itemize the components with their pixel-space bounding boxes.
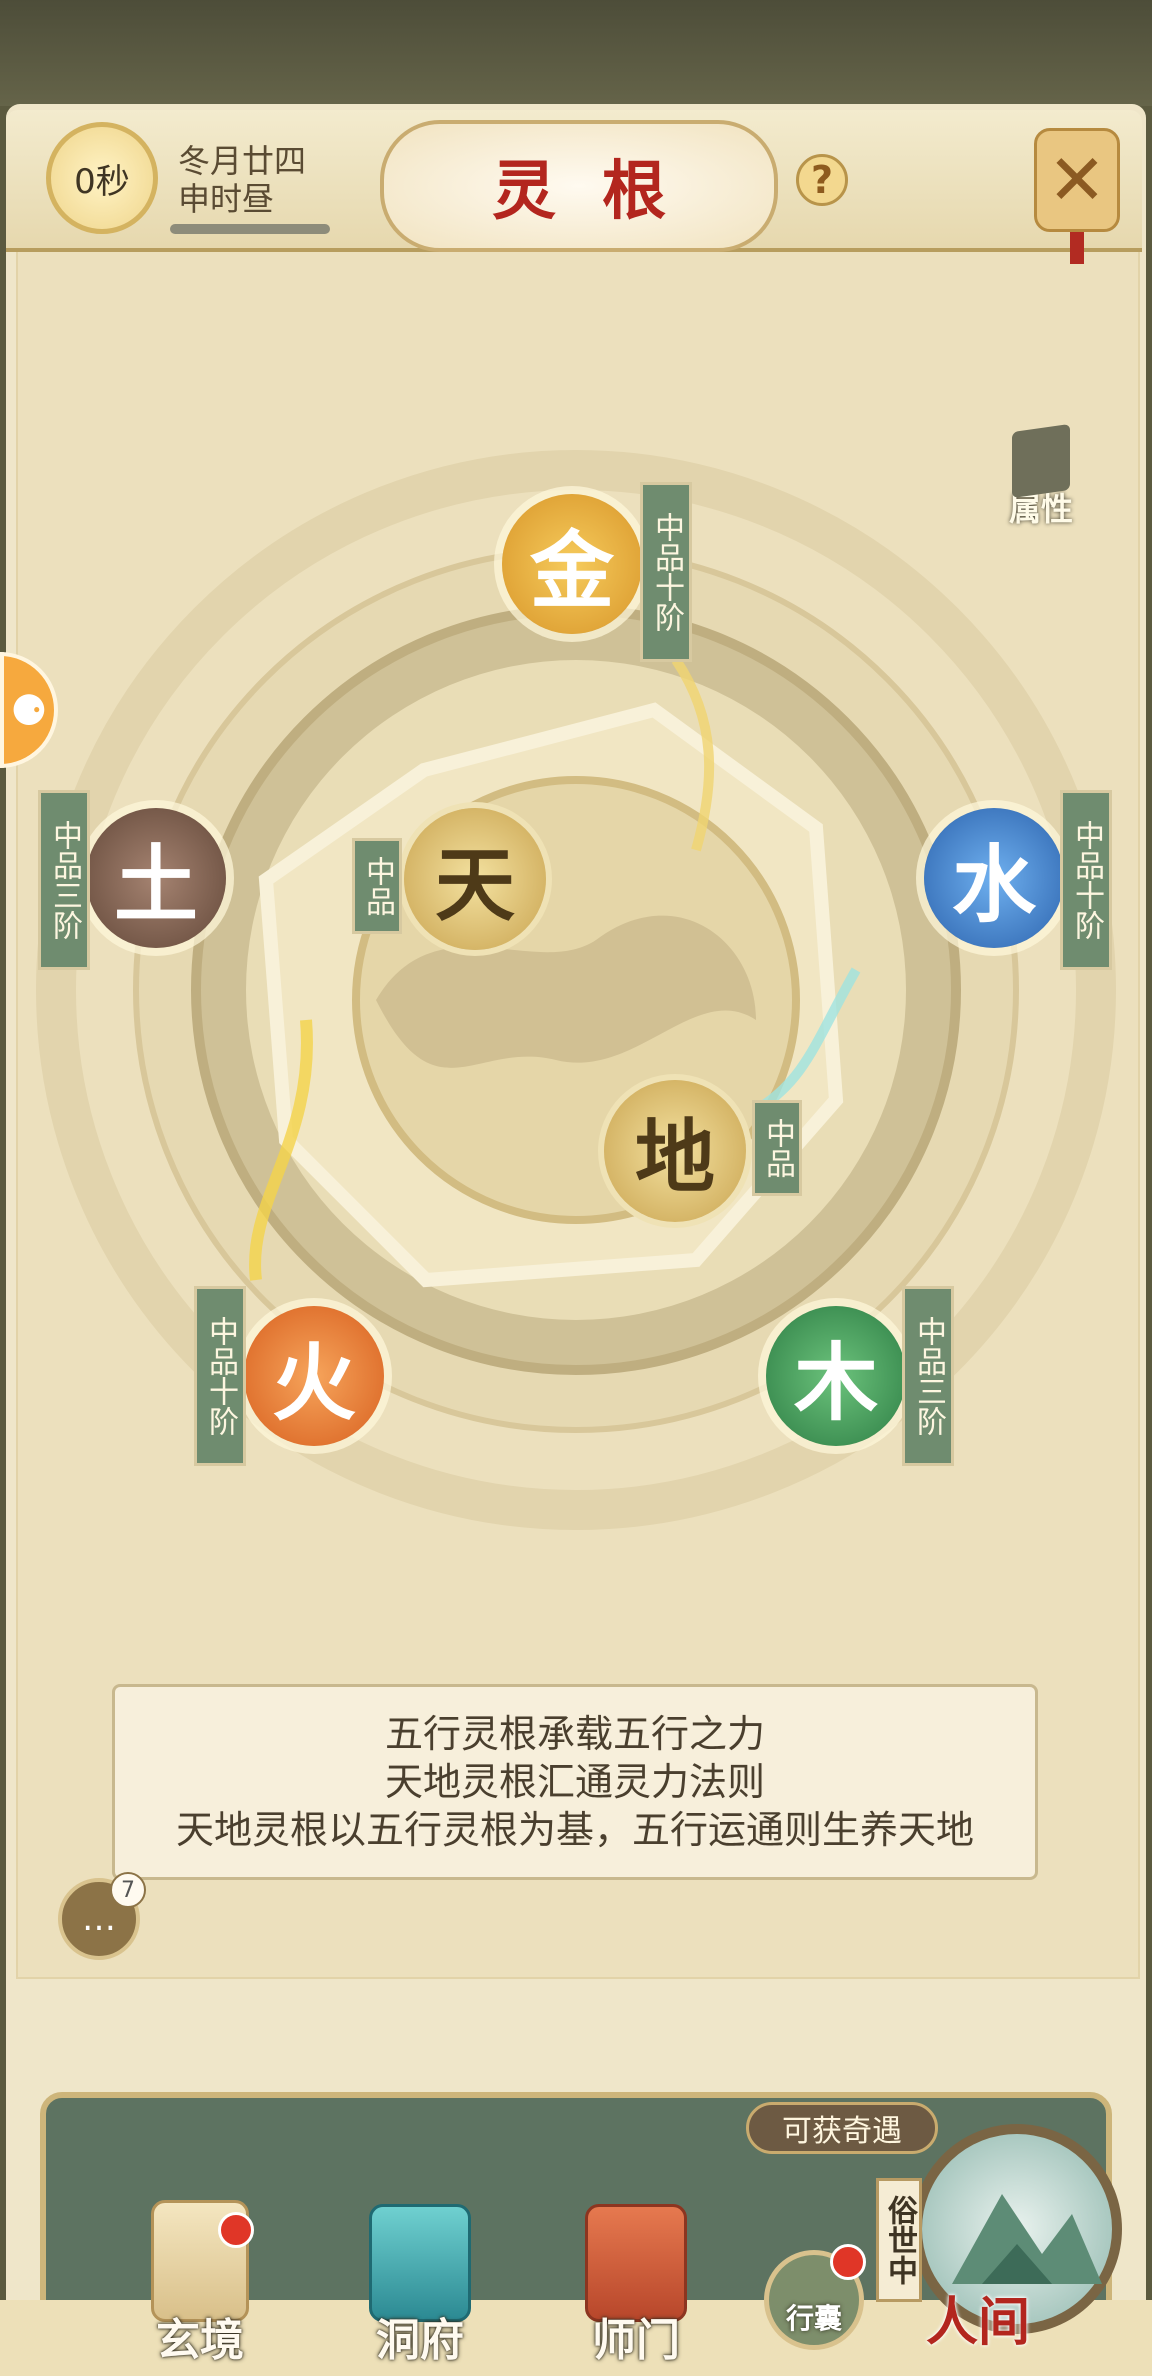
notification-dot [830,2244,866,2280]
tassel-decoration [1070,232,1084,264]
close-button[interactable]: ✕ [1034,128,1120,232]
time-progress-bar [170,224,330,234]
description-box: 五行灵根承载五行之力 天地灵根汇通灵力法则 天地灵根以五行灵根为基，五行运通则生… [112,1684,1038,1880]
element-wood-orb[interactable]: 木 [766,1306,906,1446]
help-icon[interactable]: ? [796,154,848,206]
description-line-2: 天地灵根汇通灵力法则 [384,1760,765,1804]
close-icon: ✕ [1047,139,1107,221]
description-line-1: 五行灵根承载五行之力 [384,1712,765,1756]
chat-badge: 7 [110,1872,146,1908]
element-heaven-glyph: 天 [435,838,515,932]
element-heaven-orb[interactable]: 天 [404,808,546,950]
title-plate: 灵根 [380,120,778,252]
element-earth-grade: 中品三阶 [38,790,90,970]
page-title: 灵根 [492,154,712,229]
element-ground-orb[interactable]: 地 [604,1080,746,1222]
world-status-tag: 俗世中 [876,2178,922,2302]
nav-shimen[interactable]: 师门 [566,2204,706,2368]
gamepad-icon: ⚈ [10,685,48,735]
nav-dongfu[interactable]: 洞府 [350,2204,490,2368]
top-band [0,0,1152,106]
element-gold-grade: 中品十阶 [640,482,692,662]
attribute-button[interactable]: 属性 [992,423,1090,538]
element-fire-orb[interactable]: 火 [244,1306,384,1446]
world-label[interactable]: 人间 [926,2280,1030,2355]
element-earth-orb[interactable]: 土 [86,808,226,948]
element-gold-orb[interactable]: 金 [502,494,642,634]
element-water-glyph: 水 [951,834,1036,934]
element-water-grade: 中品十阶 [1060,790,1112,970]
element-ground-grade: 中品 [752,1100,802,1196]
description-line-3: 天地灵根以五行灵根为基，五行运通则生养天地 [175,1808,974,1852]
notification-dot [218,2212,254,2248]
bag-label: 行囊 [785,2302,842,2335]
book-icon [1012,423,1070,499]
timer-badge: 0秒 [46,122,158,234]
element-water-orb[interactable]: 水 [924,808,1064,948]
chat-bubble-icon: … [82,1899,116,1939]
element-heaven-grade: 中品 [352,838,402,934]
element-wood-grade: 中品三阶 [902,1286,954,1466]
nav-dongfu-label: 洞府 [376,2315,464,2366]
element-ground-glyph: 地 [635,1110,715,1204]
element-fire-grade: 中品十阶 [194,1286,246,1466]
time-of-day: 申时昼 [178,180,275,218]
element-wood-glyph: 木 [793,1332,878,1432]
element-gold-glyph: 金 [529,520,614,620]
event-button[interactable]: 可获奇遇 [746,2102,938,2154]
element-fire-glyph: 火 [271,1332,356,1432]
nav-shimen-label: 师门 [592,2315,680,2366]
element-earth-glyph: 土 [113,834,198,934]
nav-xuanjing-label: 玄境 [156,2315,244,2366]
